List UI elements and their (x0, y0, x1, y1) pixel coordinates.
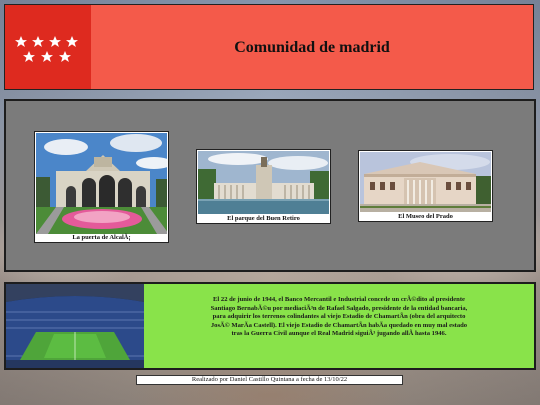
history-text: El 22 de junio de 1944, el Banco Mercant… (148, 296, 530, 339)
card-caption: El Museo del Prado (398, 213, 453, 220)
page-title: Comunidad de madrid (234, 39, 390, 56)
history-line: El 22 de junio de 1944, el Banco Mercant… (213, 296, 465, 303)
history-line: tras la Guerra Civil aunque el Real Madr… (231, 330, 447, 338)
card-caption: La puerta de AlcalÃ¡ (72, 234, 131, 241)
history-line: JosÃ© MarÃ­a Castell). El viejo Estadio … (210, 321, 468, 329)
history-line: Santiago BernabÃ©u por mediaciÃ³n de Raf… (210, 304, 468, 312)
header-banner: Comunidad de madrid (4, 4, 534, 90)
landmark-card-prado[interactable]: El Museo del Prado (358, 150, 493, 222)
author-footer: Realizado por Daniel Castillo Quintana a… (136, 375, 403, 385)
history-panel: El 22 de junio de 1944, el Banco Mercant… (4, 282, 536, 370)
history-line: para adquirir los terrenos colindantes a… (212, 313, 466, 321)
landmark-card-alcala[interactable]: La puerta de AlcalÃ¡ (34, 131, 169, 243)
stadium-photo (6, 284, 144, 368)
madrid-flag-icon (5, 5, 91, 89)
card-caption: El parque del Buen Retiro (227, 215, 300, 222)
landmark-gallery: La puerta de AlcalÃ¡ El parque del Buen … (4, 99, 536, 272)
buen-retiro-photo (198, 151, 329, 214)
museo-del-prado-photo (360, 152, 491, 212)
puerta-de-alcala-photo (36, 133, 167, 234)
landmark-card-retiro[interactable]: El parque del Buen Retiro (196, 149, 331, 224)
